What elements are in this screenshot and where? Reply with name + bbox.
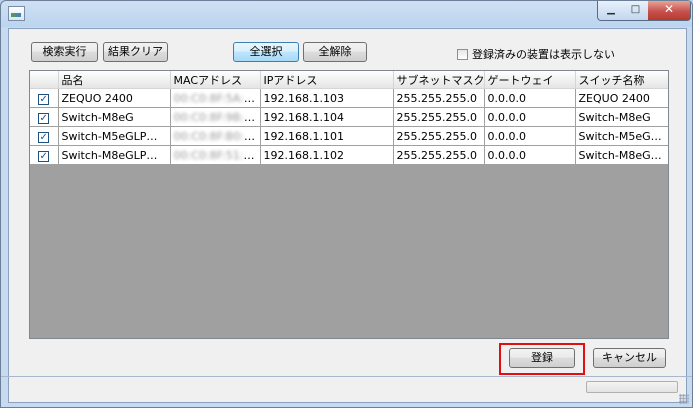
title-bar[interactable]: ▁ □ ✕ <box>1 1 692 27</box>
column-header-ip[interactable]: IPアドレス <box>260 71 394 89</box>
progress-bar <box>586 381 678 393</box>
row-checkbox-cell[interactable]: ✓ <box>30 107 59 127</box>
mac-cell[interactable]: 00:C0:8F:9B:0C:C3 <box>170 107 261 127</box>
switch-name-cell[interactable]: Switch-M5eGLP... <box>575 126 668 146</box>
table-row[interactable]: ✓ Switch-M8eG 00:C0:8F:9B:0C:C3 192.168.… <box>30 107 668 127</box>
row-checkbox[interactable]: ✓ <box>38 112 50 124</box>
product-cell[interactable]: ZEQUO 2400 <box>58 88 171 108</box>
hide-registered-checkbox[interactable] <box>457 49 468 60</box>
product-cell[interactable]: Switch-M8eG <box>58 107 171 127</box>
device-table: 品名 MACアドレス IPアドレス サブネットマスク ゲートウェイ スイッチ名称… <box>29 70 669 339</box>
row-checkbox-cell[interactable]: ✓ <box>30 126 59 146</box>
gateway-cell[interactable]: 0.0.0.0 <box>484 145 576 165</box>
table-row[interactable]: ✓ Switch-M5eGLPWR+ 00:C0:8F:B0:22:26 192… <box>30 126 668 146</box>
resize-grip-icon[interactable] <box>679 394 689 404</box>
mac-cell[interactable]: 00:C0:8F:5A:A0:F5 <box>170 88 261 108</box>
cancel-button[interactable]: キャンセル <box>593 348 666 368</box>
column-header-switch-name[interactable]: スイッチ名称 <box>575 71 668 89</box>
mac-value: 00:C0:8F:9B:0C:C3 <box>173 110 260 124</box>
search-run-button[interactable]: 検索実行 <box>31 42 98 62</box>
column-header-product[interactable]: 品名 <box>58 71 171 89</box>
ip-cell[interactable]: 192.168.1.102 <box>260 145 394 165</box>
client-area: 検索実行 結果クリア 全選択 全解除 登録済みの装置は表示しない 品名 MACア… <box>8 28 687 403</box>
ip-cell[interactable]: 192.168.1.103 <box>260 88 394 108</box>
mac-value: 00:C0:8F:51:22:25 <box>173 148 260 162</box>
product-cell[interactable]: Switch-M8eGLPWR+ <box>58 145 171 165</box>
app-icon <box>8 6 25 21</box>
product-cell[interactable]: Switch-M5eGLPWR+ <box>58 126 171 146</box>
subnet-cell[interactable]: 255.255.255.0 <box>393 107 485 127</box>
select-all-button[interactable]: 全選択 <box>233 42 299 62</box>
minimize-button[interactable]: ▁ <box>597 1 625 21</box>
mac-cell[interactable]: 00:C0:8F:51:22:25 <box>170 145 261 165</box>
row-checkbox-cell[interactable]: ✓ <box>30 88 59 108</box>
gateway-cell[interactable]: 0.0.0.0 <box>484 88 576 108</box>
mac-value: 00:C0:8F:5A:A0:F5 <box>173 91 260 105</box>
deselect-all-button[interactable]: 全解除 <box>303 42 367 62</box>
register-button[interactable]: 登録 <box>509 348 575 368</box>
subnet-cell[interactable]: 255.255.255.0 <box>393 126 485 146</box>
switch-name-cell[interactable]: Switch-M8eGLP... <box>575 145 668 165</box>
column-header-select[interactable] <box>30 71 59 89</box>
column-header-subnet[interactable]: サブネットマスク <box>393 71 485 89</box>
clear-results-button[interactable]: 結果クリア <box>103 42 168 62</box>
row-checkbox[interactable]: ✓ <box>38 131 50 143</box>
column-header-mac[interactable]: MACアドレス <box>170 71 261 89</box>
row-checkbox[interactable]: ✓ <box>38 150 50 162</box>
dialog-window: ▁ □ ✕ 検索実行 結果クリア 全選択 全解除 登録済みの装置は表示しない 品… <box>0 0 693 408</box>
mac-value: 00:C0:8F:B0:22:26 <box>173 129 260 143</box>
close-button[interactable]: ✕ <box>648 1 691 21</box>
gateway-cell[interactable]: 0.0.0.0 <box>484 126 576 146</box>
table-header: 品名 MACアドレス IPアドレス サブネットマスク ゲートウェイ スイッチ名称 <box>30 71 668 89</box>
switch-name-cell[interactable]: ZEQUO 2400 <box>575 88 668 108</box>
row-checkbox[interactable]: ✓ <box>38 93 50 105</box>
table-row[interactable]: ✓ ZEQUO 2400 00:C0:8F:5A:A0:F5 192.168.1… <box>30 88 668 108</box>
hide-registered-option[interactable]: 登録済みの装置は表示しない <box>457 46 615 62</box>
mac-cell[interactable]: 00:C0:8F:B0:22:26 <box>170 126 261 146</box>
hide-registered-label: 登録済みの装置は表示しない <box>472 48 615 61</box>
maximize-button[interactable]: □ <box>623 1 649 21</box>
gateway-cell[interactable]: 0.0.0.0 <box>484 107 576 127</box>
table-row[interactable]: ✓ Switch-M8eGLPWR+ 00:C0:8F:51:22:25 192… <box>30 145 668 165</box>
switch-name-cell[interactable]: Switch-M8eG <box>575 107 668 127</box>
row-checkbox-cell[interactable]: ✓ <box>30 145 59 165</box>
ip-cell[interactable]: 192.168.1.104 <box>260 107 394 127</box>
ip-cell[interactable]: 192.168.1.101 <box>260 126 394 146</box>
column-header-gateway[interactable]: ゲートウェイ <box>484 71 576 89</box>
subnet-cell[interactable]: 255.255.255.0 <box>393 88 485 108</box>
subnet-cell[interactable]: 255.255.255.0 <box>393 145 485 165</box>
